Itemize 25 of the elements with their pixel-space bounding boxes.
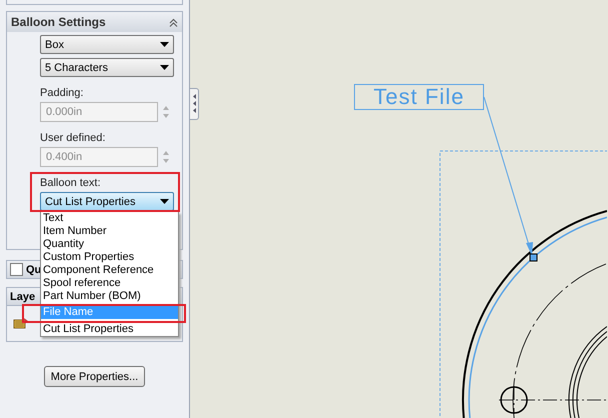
list-option[interactable]: Spool reference — [41, 277, 178, 290]
dropdown[interactable]: 5 Characters — [40, 58, 174, 77]
caret-icon — [160, 199, 169, 204]
list-option[interactable]: Custom Properties — [41, 251, 178, 264]
layers-icon — [13, 316, 29, 330]
caret-icon — [160, 42, 169, 47]
field-label: User defined: — [40, 132, 106, 145]
panel-handle[interactable] — [190, 88, 199, 120]
arrows-icon — [192, 93, 196, 115]
list-option[interactable]: Item Number — [41, 225, 178, 238]
field-label: Padding: — [40, 87, 84, 100]
attachment-point — [530, 254, 538, 262]
collapse-icon[interactable] — [169, 18, 178, 26]
list-option[interactable]: Component Reference — [41, 264, 178, 277]
list-option[interactable]: Cut List Properties — [41, 323, 178, 336]
list-option[interactable]: Quantity — [41, 238, 178, 251]
caret-icon — [160, 65, 169, 70]
list-option[interactable]: Text — [41, 212, 178, 225]
field-label: Balloon text: — [40, 177, 101, 190]
checkbox[interactable] — [10, 263, 23, 276]
dropdown[interactable]: Cut List Properties — [40, 192, 174, 211]
section-header[interactable]: Balloon Settings — [7, 12, 182, 32]
list-option[interactable]: Part Number (BOM) — [41, 290, 178, 303]
dropdown[interactable]: Box — [40, 35, 174, 54]
more-properties-button[interactable]: More Properties... — [44, 366, 146, 387]
